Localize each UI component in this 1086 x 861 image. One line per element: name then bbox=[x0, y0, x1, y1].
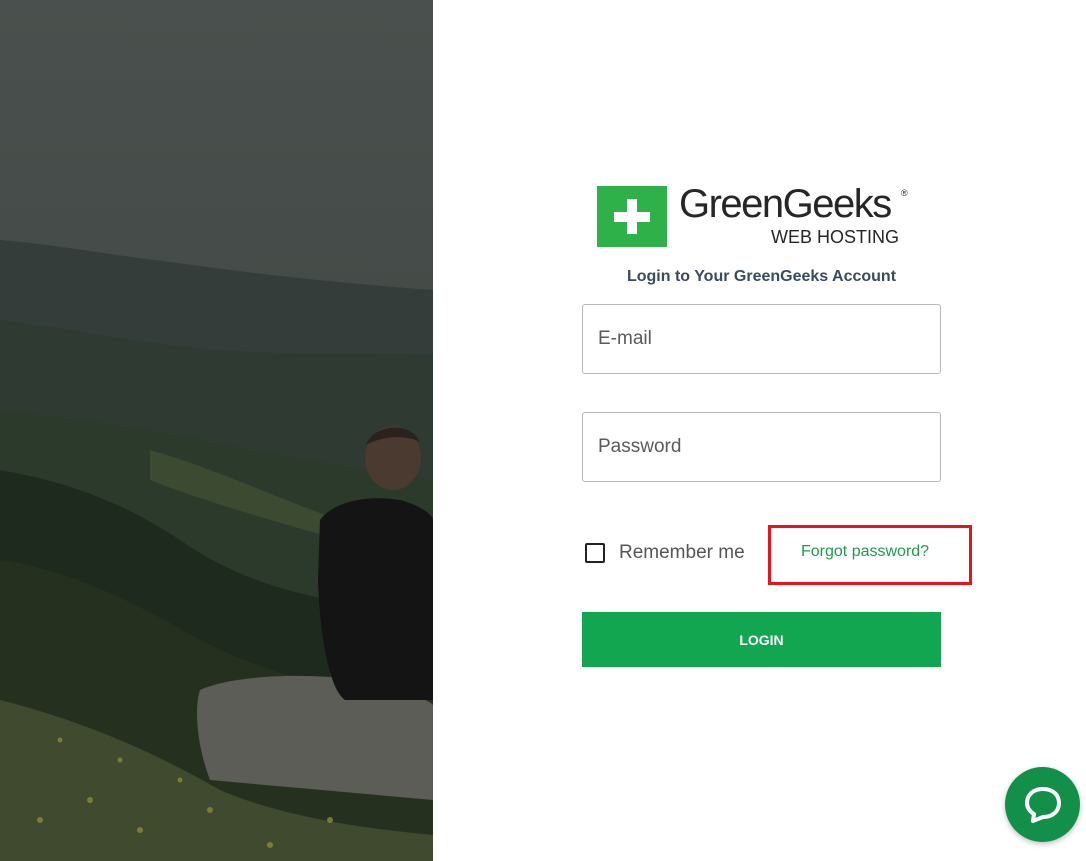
forgot-password-link[interactable]: Forgot password? bbox=[801, 543, 929, 561]
remember-me[interactable]: Remember me bbox=[585, 542, 745, 564]
chat-widget-button[interactable] bbox=[1005, 767, 1080, 842]
email-field[interactable] bbox=[582, 304, 941, 374]
login-subtitle: Login to Your GreenGeeks Account bbox=[626, 268, 897, 285]
plus-logo-icon bbox=[597, 186, 667, 247]
password-field[interactable] bbox=[582, 412, 941, 482]
greengeeks-logo: GreenGeeks ® WEB HOSTING bbox=[597, 182, 917, 250]
chat-bubble-icon bbox=[1025, 787, 1061, 823]
registered-mark: ® bbox=[901, 188, 908, 198]
login-page: GreenGeeks ® WEB HOSTING Login to Your G… bbox=[0, 0, 1086, 861]
logo-name: GreenGeeks bbox=[679, 182, 892, 226]
hero-image bbox=[0, 0, 433, 861]
remember-me-checkbox[interactable] bbox=[585, 543, 605, 563]
remember-me-label: Remember me bbox=[619, 542, 745, 563]
login-button[interactable]: LOGIN bbox=[582, 612, 941, 667]
logo-subtitle: WEB HOSTING bbox=[771, 227, 900, 247]
